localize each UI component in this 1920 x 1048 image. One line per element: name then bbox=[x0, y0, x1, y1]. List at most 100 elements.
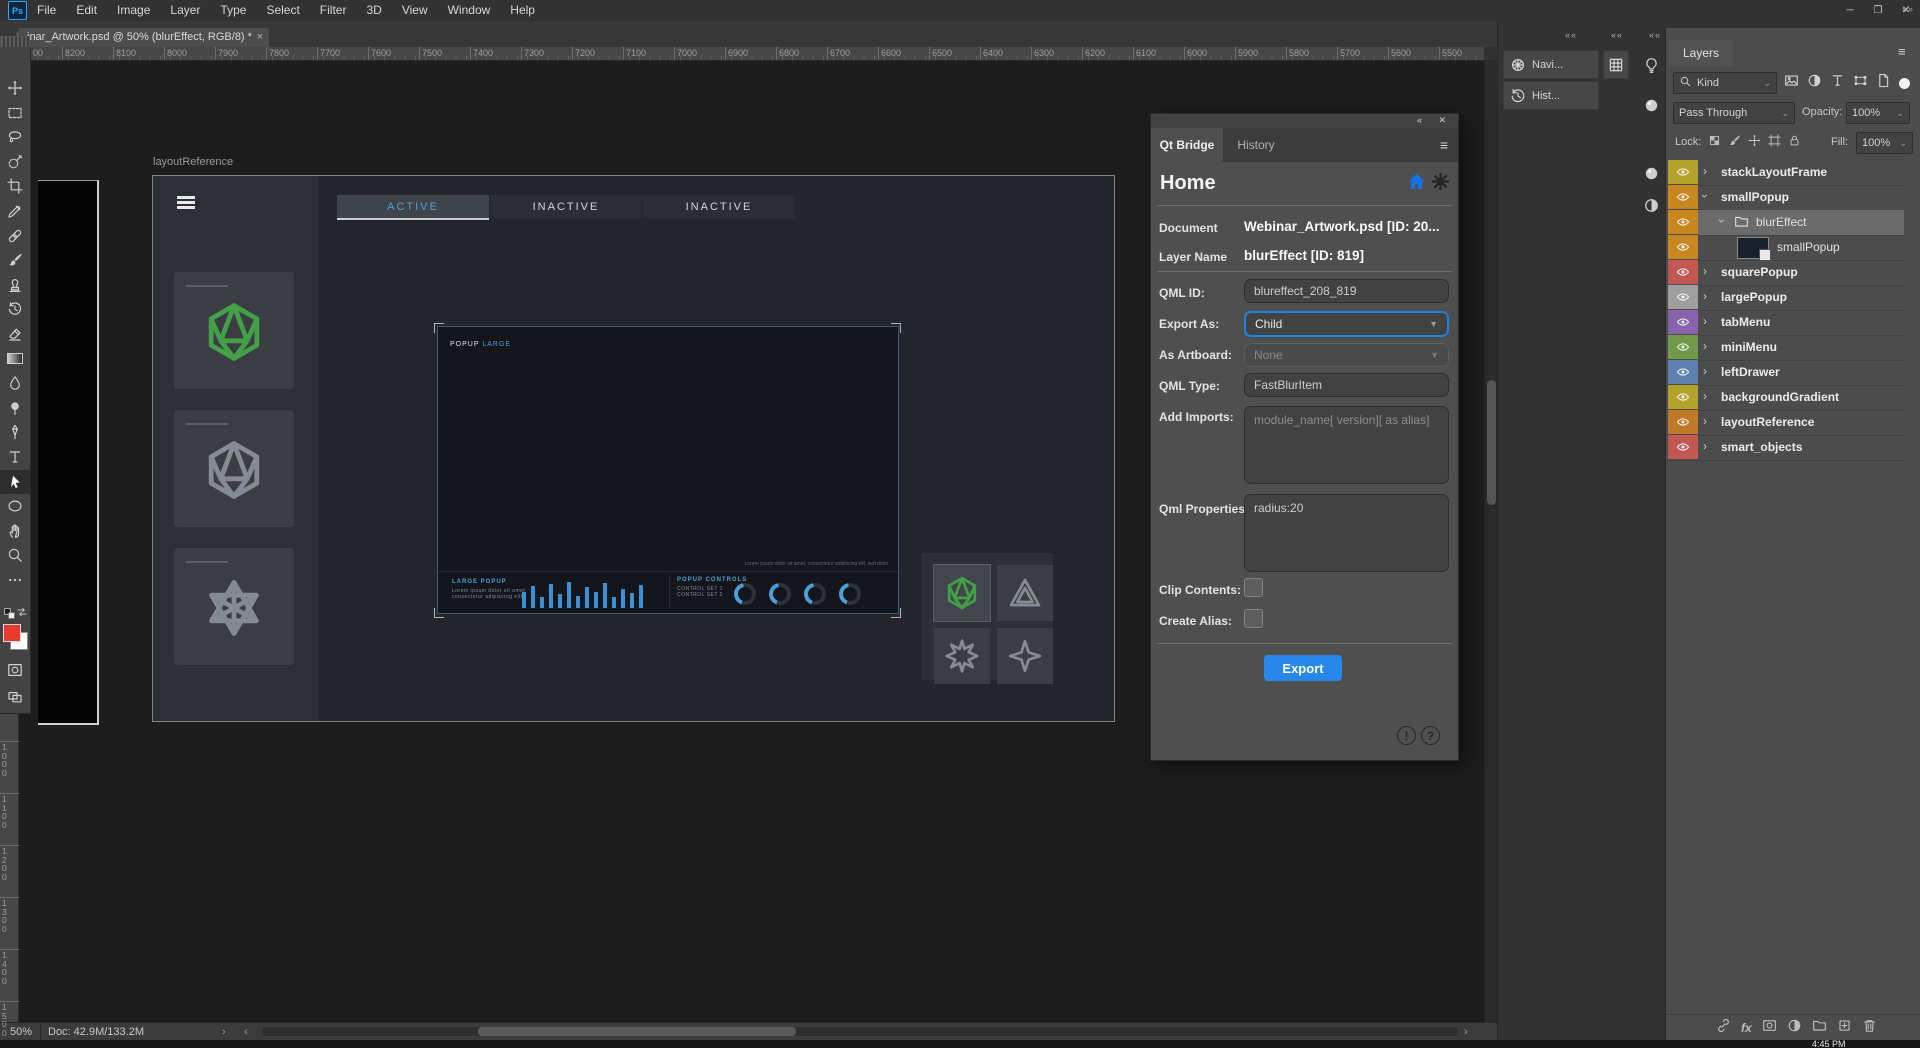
dock-collapse-icon[interactable]: «« bbox=[1649, 30, 1661, 40]
layer-row-smallPopup[interactable]: ›smallPopup bbox=[1668, 185, 1904, 211]
fill-dropdown[interactable]: 100% ⌄ bbox=[1856, 132, 1913, 154]
qml-type-input[interactable] bbox=[1244, 373, 1449, 397]
add-adjustment-icon[interactable] bbox=[1787, 1018, 1802, 1038]
foreground-color-swatch[interactable] bbox=[3, 624, 21, 642]
qt-bridge-menu-icon[interactable]: ≡ bbox=[1440, 137, 1448, 153]
zoom-tool-button[interactable] bbox=[0, 543, 30, 567]
lock-all-icon[interactable] bbox=[1788, 134, 1801, 152]
libraries-panel-icon[interactable] bbox=[1638, 92, 1664, 118]
lock-position-icon[interactable] bbox=[1748, 134, 1761, 152]
info-icon[interactable]: ! bbox=[1397, 726, 1416, 745]
menu-window[interactable]: Window bbox=[438, 0, 501, 21]
minimize-button[interactable]: ─ bbox=[1836, 0, 1864, 21]
quick-mask-icon[interactable] bbox=[7, 662, 23, 678]
control-knob[interactable] bbox=[734, 583, 756, 605]
shape-card-triangle[interactable] bbox=[997, 565, 1053, 621]
control-knob[interactable] bbox=[839, 583, 861, 605]
status-flyout-arrow-icon[interactable]: › bbox=[222, 1026, 226, 1038]
new-group-icon[interactable] bbox=[1812, 1018, 1827, 1038]
vertical-scrollbar[interactable] bbox=[1484, 60, 1498, 1022]
layer-row-smart_objects[interactable]: ›smart_objects bbox=[1668, 435, 1904, 461]
layer-visibility-eye-icon[interactable] bbox=[1668, 385, 1698, 409]
chevron-right-icon[interactable]: › bbox=[1703, 365, 1707, 377]
help-icon[interactable]: ? bbox=[1421, 726, 1440, 745]
add-mask-icon[interactable] bbox=[1762, 1018, 1777, 1038]
chevron-down-icon[interactable]: › bbox=[1716, 219, 1728, 223]
layer-visibility-eye-icon[interactable] bbox=[1668, 310, 1698, 334]
filter-smart-object-icon[interactable] bbox=[1876, 73, 1891, 93]
qml-id-input[interactable] bbox=[1244, 279, 1449, 303]
create-alias-checkbox[interactable] bbox=[1244, 609, 1263, 628]
link-layers-icon[interactable] bbox=[1716, 1018, 1731, 1038]
properties-panel-icon[interactable] bbox=[1638, 192, 1664, 218]
layer-visibility-eye-icon[interactable] bbox=[1668, 410, 1698, 434]
lock-pixels-icon[interactable] bbox=[1728, 134, 1741, 152]
default-colors-icon[interactable] bbox=[3, 607, 17, 621]
qt-bridge-collapse-icon[interactable]: « bbox=[1417, 115, 1422, 125]
chevron-right-icon[interactable]: › bbox=[1703, 290, 1707, 302]
chevron-right-icon[interactable]: › bbox=[1703, 340, 1707, 352]
chevron-right-icon[interactable]: › bbox=[1703, 315, 1707, 327]
layer-row-miniMenu[interactable]: ›miniMenu bbox=[1668, 335, 1904, 361]
layer-row-largePopup[interactable]: ›largePopup bbox=[1668, 285, 1904, 311]
menu-view[interactable]: View bbox=[392, 0, 438, 21]
restore-button[interactable]: ❐ bbox=[1864, 0, 1892, 21]
gradient-tool-button[interactable] bbox=[0, 347, 30, 371]
chevron-right-icon[interactable]: › bbox=[1703, 165, 1707, 177]
collapsed-panel-hist[interactable]: Hist... bbox=[1503, 81, 1599, 110]
vertical-scrollbar-thumb[interactable] bbox=[1487, 380, 1496, 505]
history-brush-tool-button[interactable] bbox=[0, 297, 30, 321]
add-imports-textarea[interactable] bbox=[1244, 406, 1449, 484]
document-tab[interactable]: inar_Artwork.psd @ 50% (blurEffect, RGB/… bbox=[18, 28, 269, 47]
gear-icon[interactable] bbox=[1431, 172, 1450, 194]
layers-dock-expand-icon[interactable]: »» bbox=[1902, 4, 1914, 14]
layer-visibility-eye-icon[interactable] bbox=[1668, 285, 1698, 309]
layer-row-leftDrawer[interactable]: ›leftDrawer bbox=[1668, 360, 1904, 386]
layer-visibility-eye-icon[interactable] bbox=[1668, 335, 1698, 359]
crop-tool-button[interactable] bbox=[0, 174, 30, 198]
editbar-tool-button[interactable] bbox=[0, 568, 30, 592]
shape-card-star8[interactable] bbox=[934, 628, 990, 684]
rectangular-marquee-tool-button[interactable] bbox=[0, 101, 30, 125]
dock-collapse-icon[interactable]: «« bbox=[1565, 30, 1577, 40]
tab-history[interactable]: History bbox=[1223, 128, 1289, 162]
menu-edit[interactable]: Edit bbox=[66, 0, 107, 21]
layers-panel-tab[interactable]: Layers bbox=[1669, 40, 1733, 66]
chevron-right-icon[interactable]: › bbox=[1703, 390, 1707, 402]
shape-card-star4[interactable] bbox=[997, 628, 1053, 684]
color-panel-icon[interactable] bbox=[1638, 160, 1664, 186]
layer-row-tabMenu[interactable]: ›tabMenu bbox=[1668, 310, 1904, 336]
clone-stamp-tool-button[interactable] bbox=[0, 273, 30, 297]
layer-visibility-eye-icon[interactable] bbox=[1668, 260, 1698, 284]
filter-image-icon[interactable] bbox=[1784, 73, 1799, 93]
layer-row-squarePopup[interactable]: ›squarePopup bbox=[1668, 260, 1904, 286]
home-icon[interactable] bbox=[1407, 172, 1426, 194]
document-tab-close-icon[interactable]: × bbox=[257, 28, 263, 47]
menu-file[interactable]: File bbox=[27, 0, 66, 21]
filter-type-icon[interactable] bbox=[1830, 73, 1845, 93]
control-knob[interactable] bbox=[769, 583, 791, 605]
menu-filter[interactable]: Filter bbox=[310, 0, 357, 21]
lasso-tool-button[interactable] bbox=[0, 125, 30, 149]
layer-visibility-eye-icon[interactable] bbox=[1668, 210, 1698, 234]
lock-artboard-icon[interactable] bbox=[1768, 134, 1781, 152]
horizontal-scrollbar[interactable] bbox=[262, 1027, 1458, 1036]
layer-visibility-eye-icon[interactable] bbox=[1668, 435, 1698, 459]
filter-adjustment-icon[interactable] bbox=[1807, 73, 1822, 93]
pen-tool-button[interactable] bbox=[0, 420, 30, 444]
layer-filter-kind-dropdown[interactable]: Kind ⌄ bbox=[1673, 72, 1777, 94]
export-as-dropdown[interactable]: Child ▼ bbox=[1244, 311, 1449, 337]
layer-row-smallPopup[interactable]: smallPopup bbox=[1668, 235, 1904, 261]
layer-visibility-eye-icon[interactable] bbox=[1668, 235, 1698, 259]
layer-visibility-eye-icon[interactable] bbox=[1668, 160, 1698, 184]
layer-visibility-eye-icon[interactable] bbox=[1668, 360, 1698, 384]
dodge-tool-button[interactable] bbox=[0, 396, 30, 420]
hamburger-menu-icon[interactable] bbox=[177, 196, 195, 209]
collapsed-panel-navi[interactable]: Navi... bbox=[1503, 50, 1599, 79]
filter-shape-icon[interactable] bbox=[1853, 73, 1868, 93]
spot-healing-brush-tool-button[interactable] bbox=[0, 224, 30, 248]
artboard-label[interactable]: layoutReference bbox=[153, 156, 233, 168]
layer-thumbnail[interactable] bbox=[1737, 237, 1769, 259]
mockup-thumbnail-card[interactable] bbox=[174, 410, 294, 527]
chevron-right-icon[interactable]: › bbox=[1703, 415, 1707, 427]
